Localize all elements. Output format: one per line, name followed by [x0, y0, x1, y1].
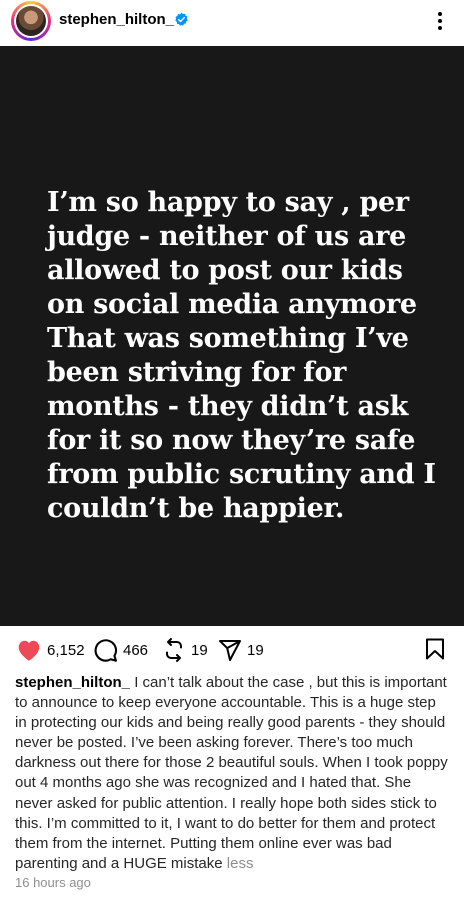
- avatar-photo: [16, 6, 46, 36]
- share-button[interactable]: 19: [218, 636, 264, 664]
- like-count: 6,152: [47, 641, 85, 659]
- action-bar: 6,152 466 19 19: [0, 636, 464, 666]
- avatar[interactable]: [11, 1, 51, 41]
- repost-button[interactable]: 19: [162, 636, 208, 664]
- repost-count: 19: [191, 641, 208, 659]
- share-count: 19: [247, 641, 264, 659]
- post-image-text: I’m so happy to say , per judge - neithe…: [47, 187, 436, 524]
- verified-icon: [175, 12, 188, 26]
- like-button[interactable]: 6,152: [16, 636, 85, 664]
- share-icon: [219, 640, 241, 661]
- less-link[interactable]: less: [227, 855, 254, 872]
- caption-text: I can’t talk about the case , but this i…: [15, 674, 448, 872]
- more-icon[interactable]: [432, 10, 448, 32]
- comment-button[interactable]: 466: [93, 636, 148, 664]
- comment-icon: [94, 638, 118, 662]
- post-header: stephen_hilton_: [0, 0, 464, 46]
- post-image[interactable]: I’m so happy to say , per judge - neithe…: [0, 46, 464, 626]
- repost-icon: [166, 638, 182, 662]
- comment-count: 466: [123, 641, 149, 659]
- username[interactable]: stephen_hilton_: [59, 11, 174, 28]
- post-timestamp: 16 hours ago: [15, 875, 91, 890]
- caption-username[interactable]: stephen_hilton_: [15, 674, 130, 691]
- caption: stephen_hilton_ I can’t talk about the c…: [15, 673, 451, 874]
- heart-icon: [18, 640, 40, 661]
- bookmark-icon[interactable]: [425, 638, 445, 660]
